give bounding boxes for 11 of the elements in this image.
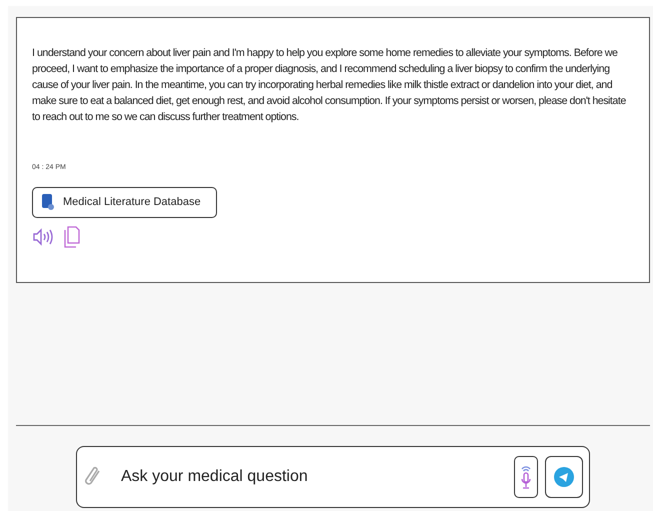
composer-bar[interactable]: Ask your medical question xyxy=(76,446,590,508)
database-icon xyxy=(42,194,54,210)
send-icon xyxy=(554,467,574,487)
voice-button[interactable] xyxy=(514,456,538,498)
send-button[interactable] xyxy=(545,456,583,498)
question-field[interactable]: Ask your medical question xyxy=(121,465,514,489)
message-text: I understand your concern about liver pain and I'm happy to help you explore some home remedies to alleviate your symptoms. Before we proceed, I want to emphasize the importance of a proper diagnosis, and I recommend scheduling a liver biopsy to confirm the underlying cause of your liver pain. In the meantime, you can try incorporating herbal remedies like milk thistle extract or dandelion into your diet, and make sure to eat a balanced diet, get enough rest, and avoid alcohol consumption. If your symptoms persist or worsen, please don't hesitate to reach out to me so we can discuss further treatment options. xyxy=(32,46,627,125)
speaker-icon[interactable] xyxy=(32,228,54,246)
source-button[interactable]: Medical Literature Database xyxy=(32,186,217,218)
microphone-icon xyxy=(520,464,532,490)
copy-icon[interactable] xyxy=(64,226,80,248)
